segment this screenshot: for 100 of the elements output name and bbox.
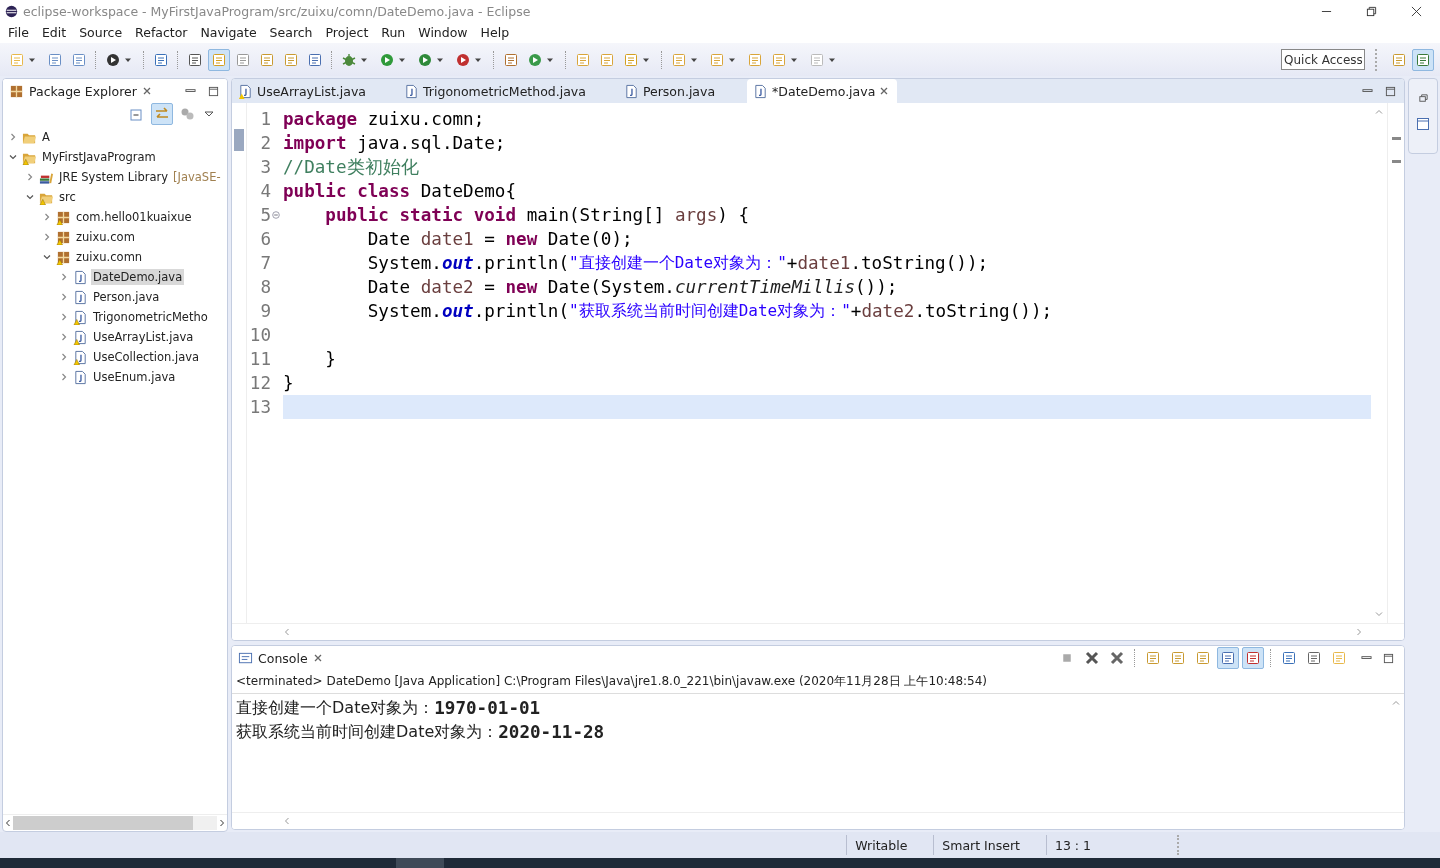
menu-item[interactable]: Edit bbox=[41, 25, 67, 40]
code-token: package bbox=[283, 109, 358, 129]
tree-item[interactable]: UseEnum.java bbox=[91, 369, 178, 385]
code-token: out bbox=[441, 253, 474, 273]
menu-item[interactable]: Source bbox=[79, 25, 123, 40]
code-token: import bbox=[283, 133, 347, 153]
tree-item[interactable]: MyFirstJavaProgram bbox=[40, 149, 158, 165]
close-icon[interactable] bbox=[141, 86, 152, 96]
code-token: date1 bbox=[420, 229, 474, 249]
tree-item[interactable]: JRE System Library bbox=[57, 169, 171, 185]
status-field: Smart Insert bbox=[933, 835, 1046, 855]
code-token: ()); bbox=[855, 277, 898, 297]
menu-item[interactable]: Run bbox=[381, 25, 406, 40]
restore-icon[interactable] bbox=[1366, 5, 1377, 17]
line-number: 6 bbox=[259, 229, 271, 249]
bug-icon bbox=[341, 51, 357, 68]
console-output-value: 1970-01-01 bbox=[434, 698, 541, 718]
link-with-editor-button[interactable] bbox=[151, 103, 173, 125]
tree-item[interactable]: src bbox=[57, 189, 78, 205]
java-warning-icon bbox=[73, 329, 88, 345]
tree-item[interactable]: UseArrayList.java bbox=[91, 329, 196, 345]
maximize-icon[interactable] bbox=[208, 85, 219, 97]
code-token: .println( bbox=[473, 301, 569, 321]
scroll-right-icon[interactable] bbox=[217, 818, 227, 828]
code-token: "获取系统当前时间创建Date对象为：" bbox=[569, 300, 851, 322]
tree-item[interactable]: A bbox=[40, 129, 52, 145]
tree-item[interactable]: Person.java bbox=[91, 289, 162, 305]
view-title[interactable]: Package Explorer bbox=[29, 83, 137, 99]
menu-item[interactable]: Refactor bbox=[135, 25, 188, 40]
line-number: 4 bbox=[259, 181, 271, 201]
console-output-label: 获取系统当前时间创建Date对象为： bbox=[236, 721, 499, 743]
perspective-button[interactable] bbox=[1412, 48, 1434, 71]
java-warning-icon bbox=[73, 309, 88, 325]
code-token: currentTimeMillis bbox=[674, 277, 855, 297]
code-token: .println( bbox=[473, 253, 569, 273]
menu-item[interactable]: Navigate bbox=[200, 25, 257, 40]
close-icon[interactable] bbox=[1411, 5, 1422, 17]
tree-item[interactable]: zuixu.com bbox=[74, 229, 137, 245]
menu-item[interactable]: Help bbox=[480, 25, 510, 40]
line-number: 2 bbox=[259, 133, 271, 153]
doc-icon bbox=[259, 51, 275, 68]
code-token: new bbox=[505, 277, 538, 297]
status-field: Writable bbox=[846, 835, 934, 855]
menu-item[interactable]: Search bbox=[269, 25, 313, 40]
code-token: new bbox=[505, 229, 538, 249]
scroll-left-icon[interactable] bbox=[3, 818, 13, 828]
code-token: = bbox=[483, 229, 496, 249]
console-output-value: 2020-11-28 bbox=[498, 722, 605, 742]
code-token: DateDemo{ bbox=[419, 181, 517, 201]
code-token: System. bbox=[366, 253, 442, 273]
code-token: Date bbox=[366, 277, 412, 297]
change-marker-icon bbox=[234, 129, 244, 151]
menu-item[interactable]: Window bbox=[418, 25, 468, 40]
collapse-all-icon[interactable] bbox=[129, 106, 145, 122]
close-icon bbox=[1084, 650, 1100, 666]
code-token: = bbox=[483, 277, 496, 297]
console-toolbar-button[interactable] bbox=[1217, 647, 1239, 669]
editor-tab[interactable]: TrigonometricMethod.java bbox=[398, 79, 594, 103]
code-token: args bbox=[674, 205, 718, 225]
tree-item[interactable]: com.hello01kuaixue bbox=[74, 209, 194, 225]
code-token: zuixu.comn; bbox=[366, 109, 485, 129]
java-file-icon bbox=[753, 83, 769, 99]
package-explorer-icon bbox=[9, 83, 24, 99]
code-token: date2 bbox=[861, 301, 915, 321]
tree-item[interactable]: UseCollection.java bbox=[91, 349, 202, 365]
doc-icon bbox=[283, 51, 299, 68]
line-number: 12 bbox=[248, 373, 271, 393]
code-token: java.sql.Date; bbox=[356, 133, 506, 153]
code-token: main(String[] bbox=[525, 205, 666, 225]
doc-icon bbox=[1145, 650, 1161, 666]
menu-item[interactable]: File bbox=[8, 25, 29, 40]
close-icon bbox=[1109, 650, 1125, 666]
editor-tab[interactable]: Person.java bbox=[617, 79, 724, 103]
tree-item[interactable]: TrigonometricMetho bbox=[91, 309, 210, 325]
java-warning-icon bbox=[73, 349, 88, 365]
fold-icon[interactable] bbox=[272, 211, 280, 219]
line-number: 1 bbox=[259, 109, 271, 129]
close-icon[interactable] bbox=[312, 653, 323, 663]
menu-item[interactable]: Project bbox=[325, 25, 369, 40]
code-token: Date(System. bbox=[546, 277, 675, 297]
code-token: public static void bbox=[324, 205, 517, 225]
editor-tab[interactable]: *DateDemo.java bbox=[747, 79, 898, 103]
code-token: .toString()); bbox=[914, 301, 1053, 321]
tree-item[interactable]: zuixu.comn bbox=[74, 249, 145, 265]
line-number: 7 bbox=[259, 253, 271, 273]
code-token: out bbox=[441, 301, 474, 321]
line-number: 13 bbox=[248, 397, 271, 417]
view-title[interactable]: Console bbox=[258, 650, 308, 666]
close-icon[interactable] bbox=[879, 86, 890, 96]
maximize-icon[interactable] bbox=[1385, 85, 1396, 97]
console-toolbar-button[interactable] bbox=[1242, 647, 1264, 669]
code-token: public class bbox=[283, 181, 411, 201]
outline-view-icon[interactable] bbox=[1415, 116, 1431, 132]
quick-access-field[interactable]: Quick Access bbox=[1281, 49, 1365, 70]
maximize-icon[interactable] bbox=[1383, 652, 1394, 664]
restore-icon[interactable] bbox=[1417, 93, 1429, 104]
code-token: Date bbox=[366, 229, 412, 249]
editor-tab[interactable]: UseArrayList.java bbox=[232, 79, 375, 103]
code-token: } bbox=[283, 373, 294, 393]
tree-item[interactable]: DateDemo.java bbox=[91, 269, 185, 285]
